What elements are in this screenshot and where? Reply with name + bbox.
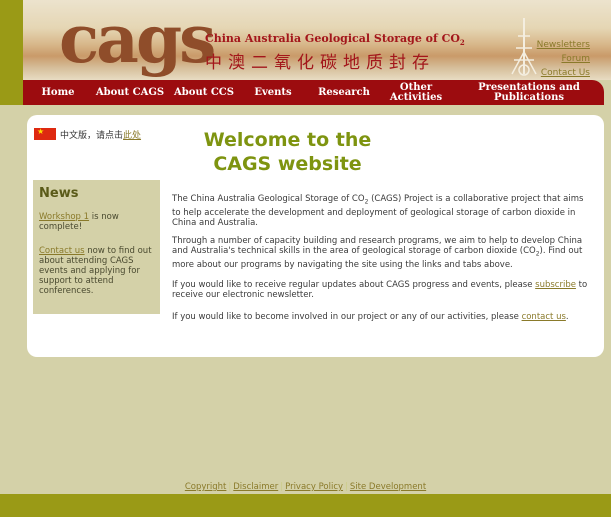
intro-paragraph: The China Australia Geological Storage o… [172,194,584,228]
nav-about-cags[interactable]: About CAGS [95,80,165,105]
involvement-paragraph: If you would like to become involved in … [172,312,569,322]
nav-events[interactable]: Events [245,80,301,105]
bottom-accent-bar [0,494,611,517]
china-flag-icon[interactable]: ★ [34,128,56,140]
footer-divider: | [345,482,348,492]
cags-logo[interactable]: cags [59,2,216,76]
subscribe-link[interactable]: subscribe [535,280,576,290]
site-development-link[interactable]: Site Development [350,482,426,492]
nav-research[interactable]: Research [313,80,375,105]
contact-us-link[interactable]: Contact Us [537,66,590,80]
news-item-workshop: Workshop 1 is now complete! [39,212,119,232]
nav-home[interactable]: Home [31,80,85,105]
news-item-contact: Contact us now to find out about attendi… [39,246,152,296]
contact-us-inline-link[interactable]: contact us [522,312,566,322]
programs-paragraph: Through a number of capacity building an… [172,236,583,270]
site-title-chinese: 中澳二氧化碳地质封存 [205,53,435,73]
nav-presentations-publications[interactable]: Presentations and Publications [459,80,599,105]
left-accent-bar [0,0,23,105]
nav-other-activities[interactable]: Other Activities [385,80,447,105]
forum-link[interactable]: Forum [537,52,590,66]
disclaimer-link[interactable]: Disclaimer [233,482,278,492]
main-navigation: Home About CAGS About CCS Events Researc… [23,80,604,105]
news-box: News Workshop 1 is now complete! Contact… [33,180,160,314]
privacy-policy-link[interactable]: Privacy Policy [285,482,343,492]
footer-divider: | [228,482,232,492]
nav-about-ccs[interactable]: About CCS [171,80,237,105]
chinese-version-note: 中文版，请点击此处 [60,131,142,141]
footer-divider: | [280,482,284,492]
chinese-version-link[interactable]: 此处 [123,131,141,141]
utility-links: Newsletters Forum Contact Us [537,38,590,80]
news-contact-link[interactable]: Contact us [39,246,85,256]
newsletters-link[interactable]: Newsletters [537,38,590,52]
copyright-link[interactable]: Copyright [185,482,227,492]
news-heading: News [39,186,79,201]
footer-links: Copyright | Disclaimer | Privacy Policy | Site… [0,482,611,492]
page-title: Welcome to the CAGS website [203,129,372,175]
site-title-english: China Australia Geological Storage of CO… [205,32,465,48]
header-banner: cags China Australia Geological Storage … [23,0,611,80]
subscribe-paragraph: If you would like to receive regular upd… [172,280,588,300]
workshop-link[interactable]: Workshop 1 [39,212,89,222]
page: cags China Australia Geological Storage … [0,0,611,517]
